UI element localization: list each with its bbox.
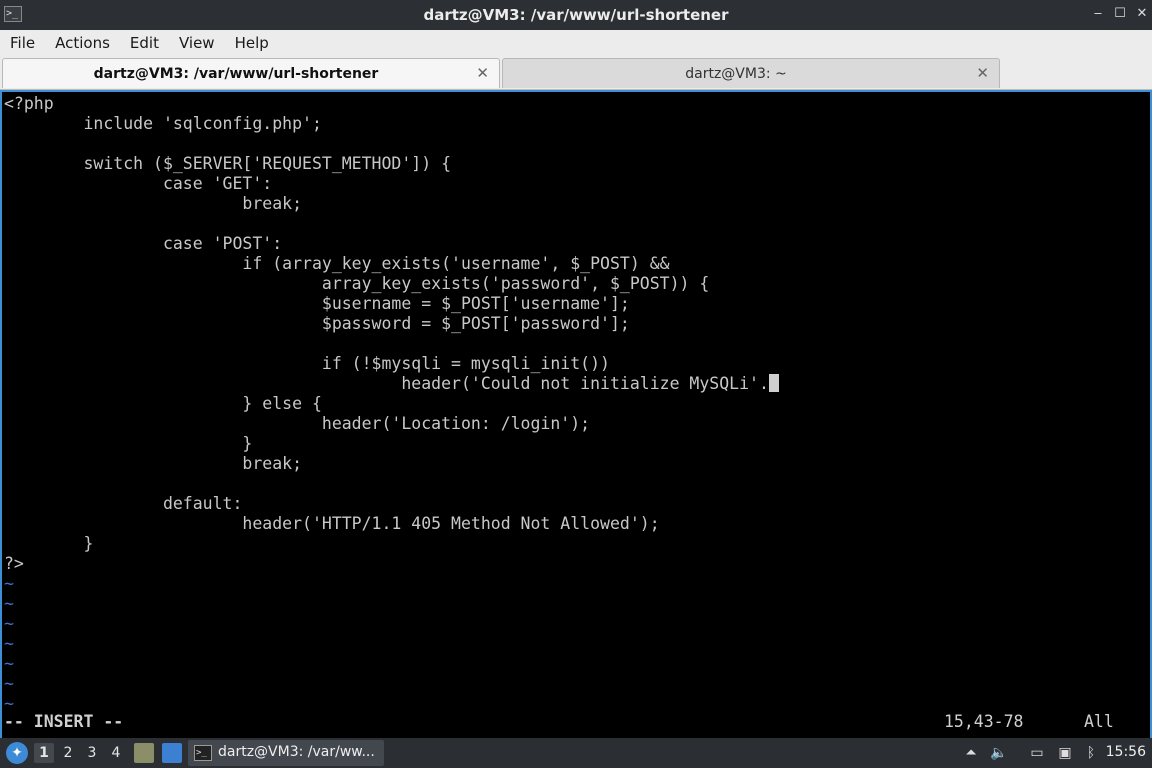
empty-line-marker: ~: [4, 634, 14, 653]
display-icon[interactable]: ▣: [1056, 744, 1074, 762]
code-line: $username = $_POST['username'];: [4, 294, 630, 313]
tab-label: dartz@VM3: ~: [685, 66, 787, 82]
tab-close-icon[interactable]: ✕: [976, 64, 989, 82]
code-line: header('Could not initialize MySQLi'.: [4, 374, 779, 394]
volume-icon[interactable]: 🔈: [990, 744, 1008, 762]
empty-line-marker: ~: [4, 574, 14, 593]
workspace-1[interactable]: 1: [34, 743, 54, 763]
bluetooth-icon[interactable]: ᛒ: [1082, 744, 1100, 762]
taskbar: ✦ 1 2 3 4 >_ dartz@VM3: /var/ww... ⏶ 🔈 ▭…: [0, 738, 1152, 768]
empty-line-marker: ~: [4, 594, 14, 613]
code-line: case 'GET':: [4, 174, 273, 193]
code-line: if (!$mysqli = mysqli_init()): [4, 354, 610, 373]
maximize-button[interactable]: ☐: [1112, 6, 1128, 22]
minimize-button[interactable]: ‒: [1090, 6, 1106, 22]
menu-file[interactable]: File: [10, 34, 35, 52]
menu-edit[interactable]: Edit: [130, 34, 159, 52]
code-line: case 'POST':: [4, 234, 283, 253]
text-cursor: [768, 374, 779, 392]
code-line: <?php: [4, 94, 54, 113]
code-line: $password = $_POST['password'];: [4, 314, 630, 333]
code-line: } else {: [4, 394, 322, 413]
terminal-task-icon: >_: [194, 745, 212, 761]
tab-close-icon[interactable]: ✕: [476, 64, 489, 82]
code-line: include 'sqlconfig.php';: [4, 114, 322, 133]
code-line: }: [4, 434, 253, 453]
window-titlebar[interactable]: >_ dartz@VM3: /var/www/url-shortener ‒ ☐…: [0, 0, 1152, 30]
vim-mode-indicator: -- INSERT --: [4, 712, 124, 731]
clock: 15:56: [1105, 744, 1146, 760]
task-label: dartz@VM3: /var/ww...: [218, 744, 375, 760]
empty-line-marker: ~: [4, 674, 14, 693]
code-line: break;: [4, 194, 303, 213]
code-line: header('HTTP/1.1 405 Method Not Allowed'…: [4, 514, 660, 533]
tab-home[interactable]: dartz@VM3: ~ ✕: [502, 58, 1000, 88]
window-title: dartz@VM3: /var/www/url-shortener: [423, 6, 729, 24]
show-desktop-icon[interactable]: [162, 743, 182, 763]
code-line: if (array_key_exists('username', $_POST)…: [4, 254, 670, 273]
empty-line-marker: ~: [4, 694, 14, 713]
menu-help[interactable]: Help: [235, 34, 269, 52]
empty-line-marker: ~: [4, 614, 14, 633]
tab-bar: dartz@VM3: /var/www/url-shortener ✕ dart…: [0, 56, 1152, 90]
terminal-view[interactable]: <?php include 'sqlconfig.php'; switch ($…: [0, 90, 1152, 738]
file-manager-icon[interactable]: [134, 743, 154, 763]
vim-buffer[interactable]: <?php include 'sqlconfig.php'; switch ($…: [4, 94, 779, 714]
empty-line-marker: ~: [4, 654, 14, 673]
code-line: break;: [4, 454, 303, 473]
upload-icon[interactable]: ⏶: [962, 744, 980, 762]
tab-url-shortener[interactable]: dartz@VM3: /var/www/url-shortener ✕: [2, 58, 500, 88]
code-line: ?>: [4, 554, 24, 573]
code-line: }: [4, 534, 94, 553]
menubar: File Actions Edit View Help: [0, 30, 1152, 56]
workspace-3[interactable]: 3: [82, 743, 102, 763]
menu-actions[interactable]: Actions: [55, 34, 110, 52]
workspace-2[interactable]: 2: [58, 743, 78, 763]
code-line: default:: [4, 494, 243, 513]
vim-status-line: -- INSERT -- 15,43-78 All: [4, 712, 1150, 732]
scroll-indicator: All: [1084, 712, 1114, 731]
cursor-position: 15,43-78: [944, 712, 1024, 731]
code-line: header('Location: /login');: [4, 414, 591, 433]
code-line: array_key_exists('password', $_POST)) {: [4, 274, 710, 293]
menu-view[interactable]: View: [179, 34, 215, 52]
clipboard-icon[interactable]: ▭: [1028, 744, 1046, 762]
start-menu-icon[interactable]: ✦: [6, 742, 28, 764]
code-line: switch ($_SERVER['REQUEST_METHOD']) {: [4, 154, 452, 173]
taskbar-task-terminal[interactable]: >_ dartz@VM3: /var/ww...: [188, 740, 384, 766]
tab-label: dartz@VM3: /var/www/url-shortener: [93, 66, 379, 82]
close-window-button[interactable]: ✕: [1134, 6, 1150, 22]
workspace-4[interactable]: 4: [106, 743, 126, 763]
